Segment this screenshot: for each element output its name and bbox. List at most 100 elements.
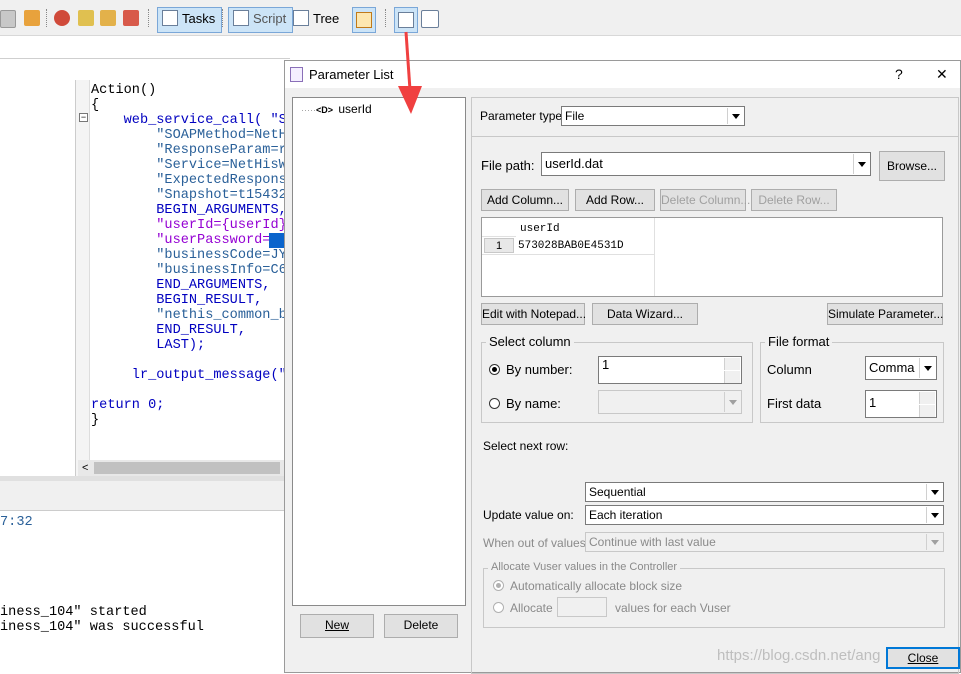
first-data-input[interactable]: 1 (865, 390, 937, 418)
parameter-data-table[interactable]: userId 1 573028BAB0E4531D (481, 217, 943, 297)
by-number-label: By number: (506, 362, 573, 377)
tree-icon (293, 10, 309, 26)
allocate-label: Allocate (510, 601, 553, 615)
chevron-down-icon (926, 534, 942, 550)
annotation-arrow-icon (398, 31, 422, 114)
code-line-4: "SOAPMethod=NetH (91, 128, 286, 143)
parameter-type-select[interactable]: File (561, 106, 745, 126)
code-line-2: { (91, 98, 100, 113)
file-format-title: File format (765, 334, 833, 349)
close-icon[interactable]: ✕ (936, 66, 948, 83)
code-line-8: "Snapshot=t15432 (91, 188, 286, 203)
watermark: https://blog.csdn.net/ang (717, 647, 881, 664)
code-line-1: Action() (91, 83, 157, 98)
script-view-button[interactable]: Script (228, 7, 294, 33)
code-line-17: END_RESULT, (91, 323, 246, 338)
code-editor[interactable]: Action() { web_service_call( "S "SOAPMet… (91, 80, 286, 460)
spin-down-icon[interactable] (919, 405, 935, 417)
by-number-input[interactable]: 1 (598, 356, 742, 384)
record-icon[interactable] (123, 10, 139, 26)
code-line-23: } (91, 413, 100, 428)
code-line-3: web_service_call( "S (91, 113, 286, 128)
code-line-6: "Service=NetHisW (91, 158, 286, 173)
chevron-down-icon (727, 108, 743, 124)
allocate-radio[interactable] (493, 602, 504, 613)
tasks-button[interactable]: Tasks (157, 7, 223, 33)
code-line-9: BEGIN_ARGUMENTS, (91, 203, 286, 218)
tasks-icon (162, 10, 178, 26)
chevron-down-icon (926, 484, 942, 500)
collapse-icon[interactable]: − (79, 113, 88, 122)
code-line-13: "businessInfo=C6 (91, 263, 286, 278)
pause-icon[interactable] (0, 10, 16, 28)
tree-view-button[interactable]: Tree (288, 7, 346, 33)
main-toolbar: Tasks Script Tree (0, 0, 961, 36)
table-cell-value[interactable]: 573028BAB0E4531D (518, 239, 624, 254)
parameter-type-panel: Parameter type: File (471, 97, 959, 137)
spin-down-icon[interactable] (724, 371, 740, 383)
add-column-button[interactable]: Add Column... (481, 189, 569, 211)
table-header-userid: userId (520, 223, 560, 235)
file-path-input[interactable]: userId.dat (541, 152, 871, 176)
output-window-icon (356, 12, 372, 28)
column-delimiter-select[interactable]: Comma (865, 356, 937, 380)
out-of-values-label: When out of values: (483, 536, 590, 550)
add-row-button[interactable]: Add Row... (575, 189, 655, 211)
chevron-down-icon (724, 392, 740, 412)
by-name-radio[interactable] (489, 398, 500, 409)
divider (0, 58, 290, 59)
column-label: Column (767, 362, 812, 377)
output-line-7: iness_104" started (0, 605, 147, 620)
simulate-parameter-button[interactable]: Simulate Parameter... (827, 303, 943, 325)
edit-with-notepad-button[interactable]: Edit with Notepad... (481, 303, 586, 325)
tree-item-label: userId (338, 102, 372, 116)
new-button[interactable]: New (300, 614, 374, 638)
code-line-16: "nethis_common_b (91, 308, 286, 323)
allocate-group (483, 568, 945, 628)
scrollbar-thumb[interactable] (94, 462, 280, 474)
allocate-group-title: Allocate Vuser values in the Controller (488, 561, 681, 573)
by-name-label: By name: (506, 396, 561, 411)
delete-column-button[interactable]: Delete Column... (660, 189, 750, 211)
data-wizard-button[interactable]: Data Wizard... (592, 303, 698, 325)
select-column-title: Select column (486, 334, 574, 349)
auto-allocate-radio[interactable] (493, 580, 504, 591)
find-icon[interactable] (78, 10, 94, 26)
spin-up-icon[interactable] (919, 392, 935, 404)
out-of-values-select[interactable]: Continue with last value (585, 532, 944, 552)
by-name-select[interactable] (598, 390, 742, 414)
breakpoint-icon[interactable] (54, 10, 70, 26)
horizontal-scrollbar[interactable]: < (78, 460, 284, 476)
browse-button[interactable]: Browse... (879, 151, 945, 181)
chevron-down-icon (853, 154, 869, 174)
first-data-label: First data (767, 396, 822, 411)
output-header (0, 481, 286, 511)
close-button[interactable]: Close (886, 647, 960, 669)
select-next-row-select[interactable]: Sequential (585, 482, 944, 502)
allocate-suffix-label: values for each Vuser (615, 601, 731, 615)
parameter-tree[interactable]: ·····<D> userId (292, 97, 466, 606)
fold-gutter: − (76, 80, 90, 476)
help-button[interactable]: ? (895, 66, 903, 82)
by-number-radio[interactable] (489, 364, 500, 375)
delete-row-button[interactable]: Delete Row... (751, 189, 837, 211)
output-toggle-button[interactable] (352, 7, 376, 33)
chevron-down-icon (919, 358, 935, 378)
spin-up-icon[interactable] (724, 358, 740, 370)
code-line-15: BEGIN_RESULT, (91, 293, 263, 308)
update-value-select[interactable]: Each iteration (585, 505, 944, 525)
scroll-left-icon[interactable]: < (82, 462, 88, 474)
delete-button[interactable]: Delete (384, 614, 458, 638)
code-line-5: "ResponseParam=r (91, 143, 286, 158)
code-line-22: return 0; (91, 398, 165, 413)
code-line-18: LAST); (91, 338, 206, 353)
code-line-11: "userPassword=57 (91, 233, 286, 248)
tree-item-userid[interactable]: ·····<D> userId (301, 102, 372, 116)
output-pane: 7:32 iness_104" started iness_104" was s… (0, 512, 286, 673)
allocate-count-input[interactable] (557, 597, 607, 617)
code-line-7: "ExpectedRespons (91, 173, 286, 188)
parameter-copy-icon[interactable] (421, 10, 439, 28)
code-line-14: END_ARGUMENTS, (91, 278, 271, 293)
step-into-icon[interactable] (24, 10, 40, 26)
bookmark-icon[interactable] (100, 10, 116, 26)
